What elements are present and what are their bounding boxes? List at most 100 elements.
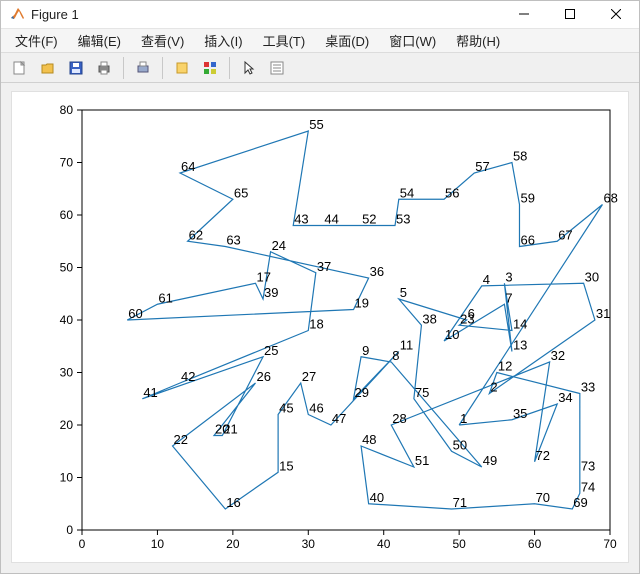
svg-text:70: 70 bbox=[603, 537, 617, 551]
svg-text:40: 40 bbox=[377, 537, 391, 551]
svg-text:40: 40 bbox=[370, 490, 384, 505]
svg-text:62: 62 bbox=[189, 227, 203, 242]
svg-text:20: 20 bbox=[60, 418, 74, 432]
menu-insert[interactable]: 插入(I) bbox=[194, 29, 252, 52]
svg-text:22: 22 bbox=[174, 432, 188, 447]
svg-text:14: 14 bbox=[513, 317, 527, 332]
toolbar-separator bbox=[229, 57, 230, 79]
svg-text:47: 47 bbox=[332, 411, 346, 426]
svg-text:54: 54 bbox=[400, 185, 414, 200]
svg-text:43: 43 bbox=[294, 212, 308, 227]
maximize-button[interactable] bbox=[547, 1, 593, 28]
svg-text:50: 50 bbox=[60, 261, 74, 275]
menu-desktop[interactable]: 桌面(D) bbox=[315, 29, 379, 52]
svg-text:48: 48 bbox=[362, 432, 376, 447]
svg-text:32: 32 bbox=[551, 348, 565, 363]
svg-text:59: 59 bbox=[520, 191, 534, 206]
svg-text:70: 70 bbox=[60, 156, 74, 170]
svg-text:30: 30 bbox=[585, 269, 599, 284]
svg-text:10: 10 bbox=[151, 537, 165, 551]
svg-text:50: 50 bbox=[453, 437, 467, 452]
svg-text:41: 41 bbox=[143, 385, 157, 400]
svg-text:23: 23 bbox=[460, 311, 474, 326]
toolbar bbox=[1, 53, 639, 83]
minimize-button[interactable] bbox=[501, 1, 547, 28]
svg-text:49: 49 bbox=[483, 453, 497, 468]
svg-text:73: 73 bbox=[581, 458, 595, 473]
svg-text:50: 50 bbox=[452, 537, 466, 551]
matlab-icon bbox=[9, 6, 25, 22]
svg-text:30: 30 bbox=[60, 366, 74, 380]
svg-text:60: 60 bbox=[60, 208, 74, 222]
print-preview-button[interactable] bbox=[130, 55, 156, 81]
svg-text:2: 2 bbox=[490, 380, 497, 395]
palette-button[interactable] bbox=[197, 55, 223, 81]
svg-text:72: 72 bbox=[536, 448, 550, 463]
svg-text:26: 26 bbox=[256, 369, 270, 384]
svg-text:38: 38 bbox=[422, 311, 436, 326]
pointer-button[interactable] bbox=[236, 55, 262, 81]
menu-help[interactable]: 帮助(H) bbox=[446, 29, 510, 52]
menu-view[interactable]: 查看(V) bbox=[131, 29, 194, 52]
menu-tools[interactable]: 工具(T) bbox=[253, 29, 316, 52]
svg-text:10: 10 bbox=[445, 327, 459, 342]
print-button[interactable] bbox=[91, 55, 117, 81]
menu-edit[interactable]: 编辑(E) bbox=[68, 29, 131, 52]
svg-text:10: 10 bbox=[60, 471, 74, 485]
svg-text:1: 1 bbox=[460, 411, 467, 426]
svg-text:55: 55 bbox=[309, 117, 323, 132]
svg-text:3: 3 bbox=[505, 269, 512, 284]
svg-text:40: 40 bbox=[60, 313, 74, 327]
window-buttons bbox=[501, 1, 639, 28]
svg-text:42: 42 bbox=[181, 369, 195, 384]
svg-text:74: 74 bbox=[581, 479, 595, 494]
svg-text:70: 70 bbox=[536, 490, 550, 505]
svg-text:7: 7 bbox=[505, 290, 512, 305]
svg-text:8: 8 bbox=[392, 348, 399, 363]
svg-text:52: 52 bbox=[362, 212, 376, 227]
svg-text:45: 45 bbox=[279, 401, 293, 416]
svg-text:68: 68 bbox=[603, 191, 617, 206]
svg-text:9: 9 bbox=[362, 343, 369, 358]
svg-text:44: 44 bbox=[324, 212, 338, 227]
svg-text:57: 57 bbox=[475, 159, 489, 174]
svg-text:28: 28 bbox=[392, 411, 406, 426]
svg-text:11: 11 bbox=[400, 338, 414, 353]
svg-text:29: 29 bbox=[355, 385, 369, 400]
open-button[interactable] bbox=[35, 55, 61, 81]
svg-text:75: 75 bbox=[415, 385, 429, 400]
svg-text:58: 58 bbox=[513, 149, 527, 164]
svg-text:69: 69 bbox=[573, 495, 587, 510]
svg-text:53: 53 bbox=[396, 212, 410, 227]
svg-text:67: 67 bbox=[558, 227, 572, 242]
plot-svg: 0102030405060700102030405060708012345678… bbox=[12, 92, 628, 562]
svg-text:39: 39 bbox=[264, 285, 278, 300]
svg-text:80: 80 bbox=[60, 103, 74, 117]
svg-text:18: 18 bbox=[309, 317, 323, 332]
svg-text:35: 35 bbox=[513, 406, 527, 421]
link-button[interactable] bbox=[169, 55, 195, 81]
new-figure-button[interactable] bbox=[7, 55, 33, 81]
toolbar-separator bbox=[162, 57, 163, 79]
svg-text:63: 63 bbox=[226, 233, 240, 248]
titlebar: Figure 1 bbox=[1, 1, 639, 29]
svg-text:66: 66 bbox=[520, 233, 534, 248]
close-button[interactable] bbox=[593, 1, 639, 28]
save-button[interactable] bbox=[63, 55, 89, 81]
svg-text:46: 46 bbox=[309, 401, 323, 416]
menubar: 文件(F) 编辑(E) 查看(V) 插入(I) 工具(T) 桌面(D) 窗口(W… bbox=[1, 29, 639, 53]
svg-text:56: 56 bbox=[445, 185, 459, 200]
svg-text:37: 37 bbox=[317, 259, 331, 274]
list-button[interactable] bbox=[264, 55, 290, 81]
svg-text:17: 17 bbox=[256, 269, 270, 284]
svg-text:31: 31 bbox=[596, 306, 610, 321]
menu-window[interactable]: 窗口(W) bbox=[379, 29, 446, 52]
toolbar-separator bbox=[123, 57, 124, 79]
svg-text:0: 0 bbox=[66, 523, 73, 537]
svg-text:51: 51 bbox=[415, 453, 429, 468]
figure-canvas[interactable]: 0102030405060700102030405060708012345678… bbox=[11, 91, 629, 563]
svg-text:4: 4 bbox=[483, 272, 490, 287]
svg-text:21: 21 bbox=[223, 422, 237, 437]
svg-text:20: 20 bbox=[226, 537, 240, 551]
menu-file[interactable]: 文件(F) bbox=[5, 29, 68, 52]
